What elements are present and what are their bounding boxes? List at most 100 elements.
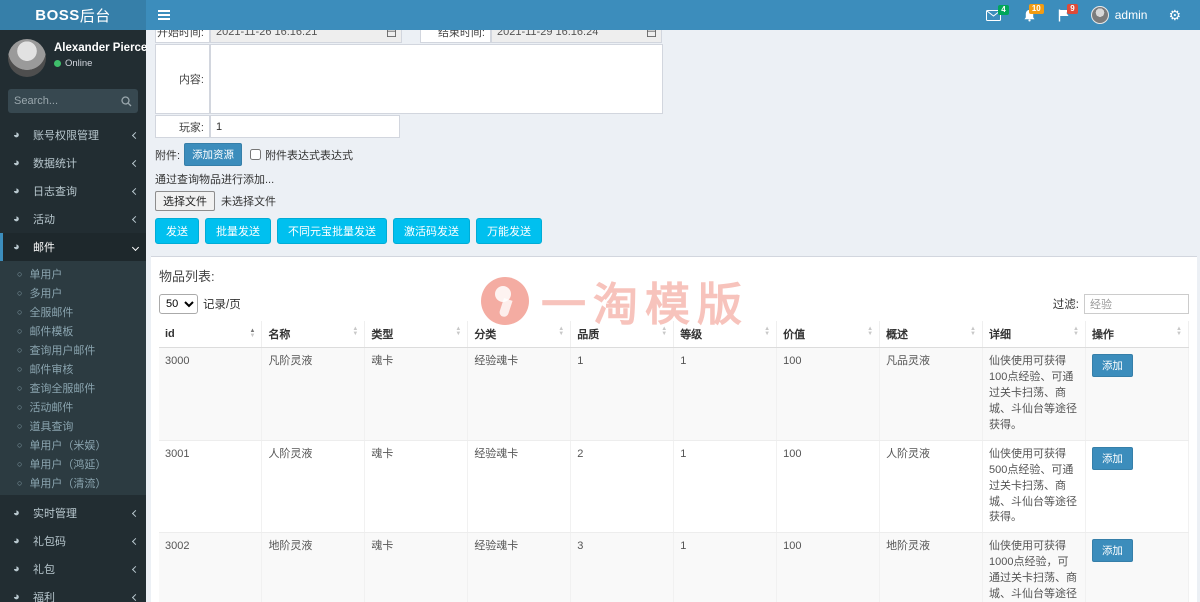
per-page-select[interactable]: 50 — [159, 294, 198, 314]
pie-chart-icon: ◕ — [13, 241, 27, 253]
start-time-input[interactable]: 2021-11-26 16:16:21 — [210, 30, 402, 43]
navbar-right: 4 10 9 admin ⚙ — [977, 4, 1200, 26]
col-header-action[interactable]: 操作▲▼ — [1085, 321, 1188, 348]
send-button[interactable]: 发送 — [155, 218, 199, 244]
sort-icon: ▲▼ — [352, 326, 358, 337]
flags-menu[interactable]: 9 — [1049, 5, 1079, 26]
user-menu[interactable]: admin — [1083, 4, 1156, 26]
submenu-item-all-server-mail[interactable]: ○全服邮件 — [0, 302, 146, 321]
add-resource-button[interactable]: 添加资源 — [184, 143, 242, 166]
logo-bold: BOSS — [35, 7, 80, 24]
attachment-expression-checkbox[interactable] — [250, 149, 261, 160]
content-row: 内容: — [155, 44, 1194, 114]
pie-chart-icon: ◕ — [13, 563, 27, 575]
per-page-control: 50 记录/页 — [159, 294, 241, 314]
cell-summary: 人阶灵液 — [880, 440, 983, 533]
pie-chart-icon: ◕ — [13, 129, 27, 141]
items-panel: 物品列表: 50 记录/页 过滤: id▲▼ 名称▲▼ 类型▲▼ — [151, 256, 1197, 602]
batch-send-button[interactable]: 批量发送 — [205, 218, 271, 244]
add-item-button[interactable]: 添加 — [1092, 447, 1133, 470]
submenu-item-query-all-server-mail[interactable]: ○查询全服邮件 — [0, 378, 146, 397]
col-header-id[interactable]: id▲▼ — [159, 321, 262, 348]
choose-file-button[interactable]: 选择文件 — [155, 191, 215, 211]
messages-menu[interactable]: 4 — [977, 6, 1010, 25]
circle-o-icon: ○ — [17, 478, 22, 488]
search-input[interactable] — [14, 95, 121, 107]
col-header-summary[interactable]: 概述▲▼ — [880, 321, 983, 348]
player-input[interactable] — [210, 115, 400, 138]
content-textarea[interactable] — [210, 44, 663, 114]
submenu-item-single-user-hongyan[interactable]: ○单用户（鸿延） — [0, 454, 146, 473]
main-content: 开始时间: 2021-11-26 16:16:21 结束时间: 2021-11-… — [146, 30, 1200, 602]
sidebar-item-account-permission[interactable]: ◕账号权限管理 — [0, 121, 146, 149]
col-header-quality[interactable]: 品质▲▼ — [571, 321, 674, 348]
per-page-label: 记录/页 — [203, 296, 241, 312]
sidebar-item-data-stats[interactable]: ◕数据统计 — [0, 149, 146, 177]
submenu-item-activity-mail[interactable]: ○活动邮件 — [0, 397, 146, 416]
user-name: Alexander Pierce — [54, 42, 147, 54]
circle-o-icon: ○ — [17, 402, 22, 412]
filter-label: 过滤: — [1053, 296, 1079, 312]
sidebar-item-realtime-mgmt[interactable]: ◕实时管理 — [0, 499, 146, 527]
diff-yuanbao-batch-send-button[interactable]: 不同元宝批量发送 — [277, 218, 387, 244]
sidebar-item-mail[interactable]: ◕邮件 — [0, 233, 146, 261]
sidebar-item-activity[interactable]: ◕活动 — [0, 205, 146, 233]
submenu-item-single-user-miyu[interactable]: ○单用户（米娱） — [0, 435, 146, 454]
cell-name: 人阶灵液 — [262, 440, 365, 533]
end-time-input[interactable]: 2021-11-29 16:16:24 — [491, 30, 662, 43]
sidebar-search — [8, 89, 138, 113]
filter-input[interactable] — [1084, 294, 1189, 314]
col-header-category[interactable]: 分类▲▼ — [468, 321, 571, 348]
table-row: 3001人阶灵液魂卡经验魂卡21100人阶灵液仙侠使用可获得500点经验、可通过… — [159, 440, 1189, 533]
header: BOSS后台 4 10 9 admin — [0, 0, 1200, 30]
cell-name: 凡阶灵液 — [262, 348, 365, 441]
chevron-down-icon — [132, 243, 139, 250]
add-item-button[interactable]: 添加 — [1092, 354, 1133, 377]
add-items-hint: 通过查询物品进行添加... — [155, 171, 1194, 187]
sidebar-item-gift-pack[interactable]: ◕礼包 — [0, 555, 146, 583]
app-logo[interactable]: BOSS后台 — [0, 0, 146, 30]
submenu-item-mail-review[interactable]: ○邮件审核 — [0, 359, 146, 378]
search-button[interactable] — [121, 96, 132, 107]
online-dot-icon — [54, 60, 61, 67]
table-controls: 50 记录/页 过滤: — [159, 294, 1189, 314]
sort-icon: ▲▼ — [558, 326, 564, 337]
universal-send-button[interactable]: 万能发送 — [476, 218, 542, 244]
start-time-label: 开始时间: — [155, 30, 210, 43]
boss-admin-screen: BOSS后台 4 10 9 admin — [0, 0, 1200, 602]
cell-value: 100 — [777, 440, 880, 533]
sort-icon: ▲▼ — [1073, 326, 1079, 337]
datetime-row: 开始时间: 2021-11-26 16:16:21 结束时间: 2021-11-… — [155, 30, 1194, 43]
control-sidebar-toggle[interactable]: ⚙ — [1159, 4, 1190, 26]
submenu-item-single-user[interactable]: ○单用户 — [0, 264, 146, 283]
sidebar-item-welfare[interactable]: ◕福利 — [0, 583, 146, 602]
items-table: id▲▼ 名称▲▼ 类型▲▼ 分类▲▼ 品质▲▼ 等级▲▼ 价值▲▼ 概述▲▼ … — [159, 321, 1189, 602]
sidebar-item-gift-code[interactable]: ◕礼包码 — [0, 527, 146, 555]
col-header-name[interactable]: 名称▲▼ — [262, 321, 365, 348]
cell-id: 3000 — [159, 348, 262, 441]
submenu-item-item-query[interactable]: ○道具查询 — [0, 416, 146, 435]
notifications-menu[interactable]: 10 — [1014, 5, 1045, 26]
file-upload-row: 选择文件 未选择文件 — [155, 191, 1194, 211]
sort-icon: ▲▼ — [455, 326, 461, 337]
player-label: 玩家: — [155, 115, 210, 138]
col-header-detail[interactable]: 详细▲▼ — [983, 321, 1086, 348]
submenu-item-single-user-qingliu[interactable]: ○单用户（清流） — [0, 473, 146, 492]
circle-o-icon: ○ — [17, 364, 22, 374]
submenu-item-multi-user[interactable]: ○多用户 — [0, 283, 146, 302]
sidebar-toggle-icon[interactable] — [146, 0, 182, 30]
sort-icon: ▲▼ — [1176, 326, 1182, 337]
flags-badge: 9 — [1067, 4, 1077, 14]
col-header-value[interactable]: 价值▲▼ — [777, 321, 880, 348]
submenu-item-mail-template[interactable]: ○邮件模板 — [0, 321, 146, 340]
cell-quality: 3 — [571, 533, 674, 602]
add-item-button[interactable]: 添加 — [1092, 539, 1133, 562]
col-header-type[interactable]: 类型▲▼ — [365, 321, 468, 348]
gears-icon: ⚙ — [1168, 8, 1181, 22]
col-header-level[interactable]: 等级▲▼ — [674, 321, 777, 348]
sidebar-item-log-query[interactable]: ◕日志查询 — [0, 177, 146, 205]
submenu-item-query-user-mail[interactable]: ○查询用户邮件 — [0, 340, 146, 359]
activation-code-send-button[interactable]: 激活码发送 — [393, 218, 470, 244]
chevron-left-icon — [132, 537, 139, 544]
table-row: 3002地阶灵液魂卡经验魂卡31100地阶灵液仙侠使用可获得1000点经验，可通… — [159, 533, 1189, 602]
